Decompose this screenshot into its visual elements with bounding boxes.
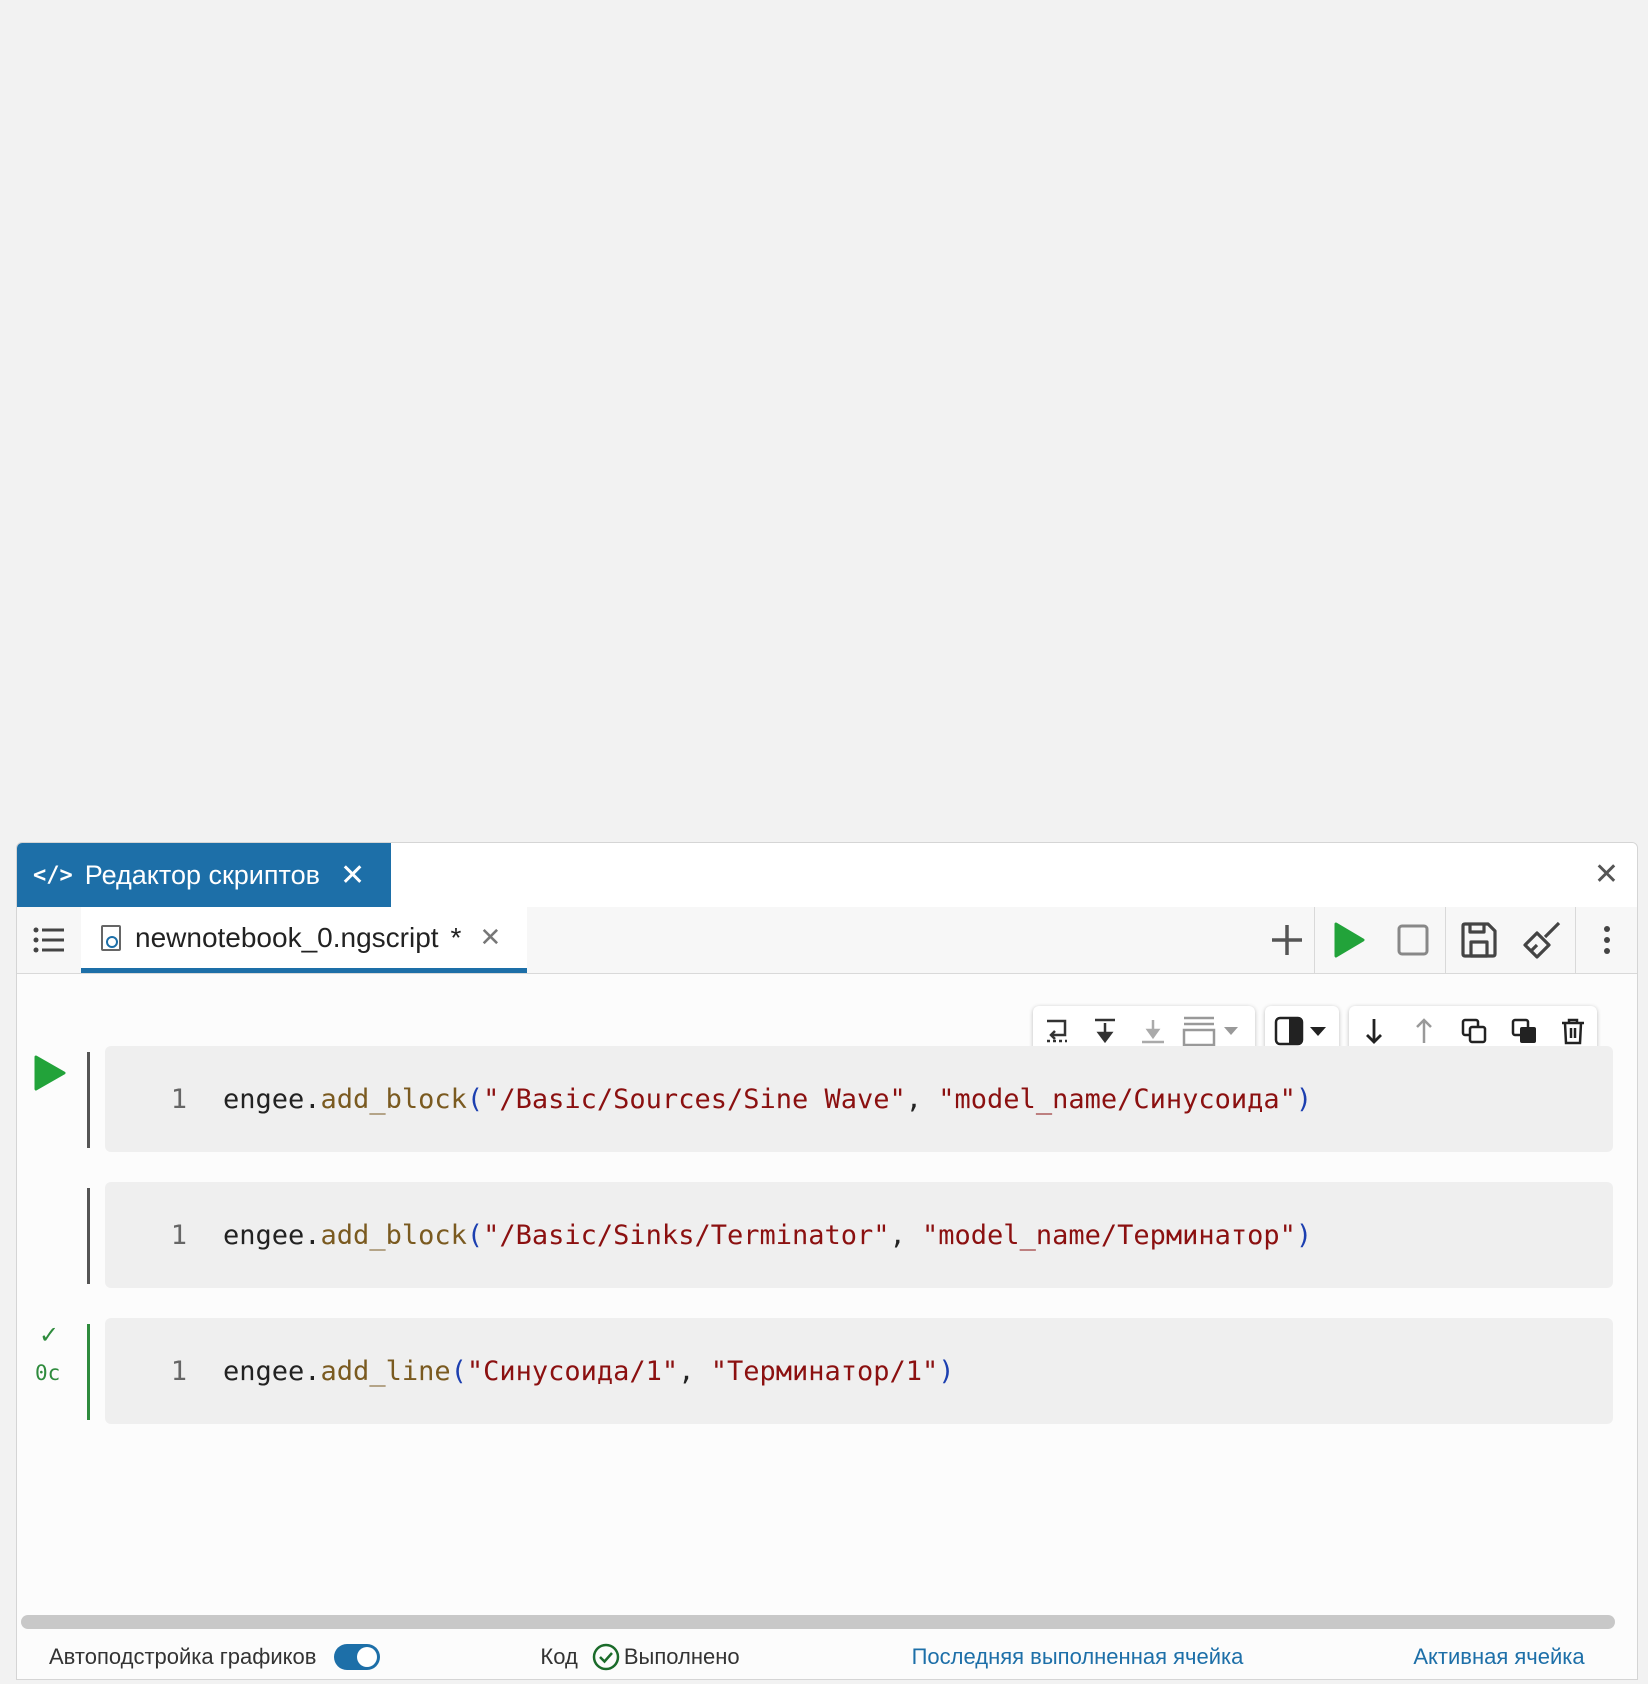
code-token: ( [450,1355,467,1387]
window-tab-strip: </> Редактор скриптов ✕ ✕ [17,843,1637,908]
autofit-label: Автоподстройка графиков [49,1644,317,1669]
code-token: ) [1295,1083,1313,1115]
file-tab[interactable]: newnotebook_0.ngscript * ✕ [81,907,527,973]
modified-marker: * [450,921,462,953]
code-token: "model_name/Терминатор" [922,1219,1296,1251]
more-vertical-icon [1604,926,1610,954]
code-token: ) [938,1355,955,1387]
close-file-icon[interactable]: ✕ [479,922,501,953]
code-cell[interactable]: 1 engee. add_block("/Basic/Sinks/Terminat… [87,1182,1613,1288]
code-token: engee. [223,1083,321,1115]
run-all-button[interactable] [1317,907,1381,973]
file-toolbar: newnotebook_0.ngscript * ✕ [17,907,1637,974]
code-token: add_block [320,1083,467,1115]
script-editor-tab-label: Редактор скриптов [84,859,320,890]
copy-icon [1511,1018,1536,1043]
add-cell-button[interactable] [1257,907,1317,973]
duplicate-icon [1461,1018,1487,1044]
script-editor-tab[interactable]: </> Редактор скриптов ✕ [17,843,391,907]
list-icon [33,927,64,953]
run-below-icon [1142,1020,1164,1044]
mode-label: Код [540,1644,578,1669]
output-toggle-dropdown-icon [1274,1016,1326,1046]
run-above-icon [1095,1018,1115,1044]
ngscript-file-icon [101,924,121,951]
outline-list-button[interactable] [17,907,82,973]
code-token: "Синусоида/1" [466,1355,679,1387]
code-cell[interactable]: 1 engee. add_block("/Basic/Sources/Sine W… [87,1046,1613,1152]
check-icon: ✓ [39,1322,60,1349]
code-line[interactable]: 1 engee. add_block("/Basic/Sinks/Terminat… [105,1182,1312,1288]
code-line[interactable]: 1 engee. add_line("Синусоида/1", "Термина… [105,1318,955,1424]
run-and-next-icon [1047,1019,1067,1043]
line-number: 1 [170,1355,187,1387]
code-cell[interactable]: 1 engee. add_line("Синусоида/1", "Термина… [87,1318,1613,1424]
clear-outputs-button[interactable] [1511,907,1575,973]
cell-marker [87,1324,90,1420]
autofit-toggle[interactable] [334,1644,381,1670]
clean-brush-icon [1523,921,1561,959]
move-up-icon [1416,1018,1432,1043]
code-token: ( [466,1219,484,1251]
file-tab-name: newnotebook_0.ngscript [135,921,439,953]
cell-exec-time: 0c [35,1361,61,1385]
stop-button[interactable] [1381,907,1445,973]
code-token: "model_name/Синусоида" [938,1083,1296,1115]
cell-layout-dropdown-icon [1182,1016,1238,1047]
cell-marker [87,1052,90,1148]
move-down-icon [1366,1019,1382,1044]
run-cell-button[interactable] [33,1055,67,1096]
delete-icon [1562,1018,1584,1045]
close-panel-icon[interactable]: ✕ [1594,857,1619,892]
code-token: , [905,1083,939,1115]
code-token: add_line [320,1355,451,1387]
close-tab-icon[interactable]: ✕ [340,858,365,893]
stop-icon [1397,924,1429,956]
code-token: , [889,1219,923,1251]
save-icon [1461,922,1497,958]
check-circle-icon [592,1643,620,1671]
cell-marker [87,1188,90,1284]
line-number: 1 [170,1219,187,1251]
horizontal-scrollbar[interactable] [21,1615,1615,1629]
last-executed-cell-link[interactable]: Последняя выполненная ячейка [912,1644,1244,1670]
code-token: , [678,1355,711,1387]
code-token: "/Basic/Sources/Sine Wave" [483,1083,906,1115]
line-number: 1 [170,1083,187,1115]
code-token: engee. [223,1355,321,1387]
run-icon [1334,922,1365,958]
code-token: ) [1295,1219,1313,1251]
more-menu-button[interactable] [1577,907,1637,973]
run-icon [34,1055,66,1091]
exec-status: Выполнено [623,1644,740,1669]
code-token: add_block [320,1219,467,1251]
plus-icon [1272,925,1302,955]
save-button[interactable] [1447,907,1511,973]
script-editor-panel: </> Редактор скриптов ✕ ✕ newnotebook_0.… [16,842,1638,1680]
status-bar: Автоподстройка графиков Код Выполнено По… [17,1633,1637,1679]
active-cell-link[interactable]: Активная ячейка [1413,1644,1584,1670]
code-line[interactable]: 1 engee. add_block("/Basic/Sources/Sine W… [105,1046,1312,1152]
code-token: engee. [223,1219,321,1251]
code-icon: </> [33,862,73,888]
code-token: ( [466,1083,484,1115]
code-token: "/Basic/Sinks/Terminator" [483,1219,890,1251]
code-token: "Терминатор/1" [710,1355,939,1387]
